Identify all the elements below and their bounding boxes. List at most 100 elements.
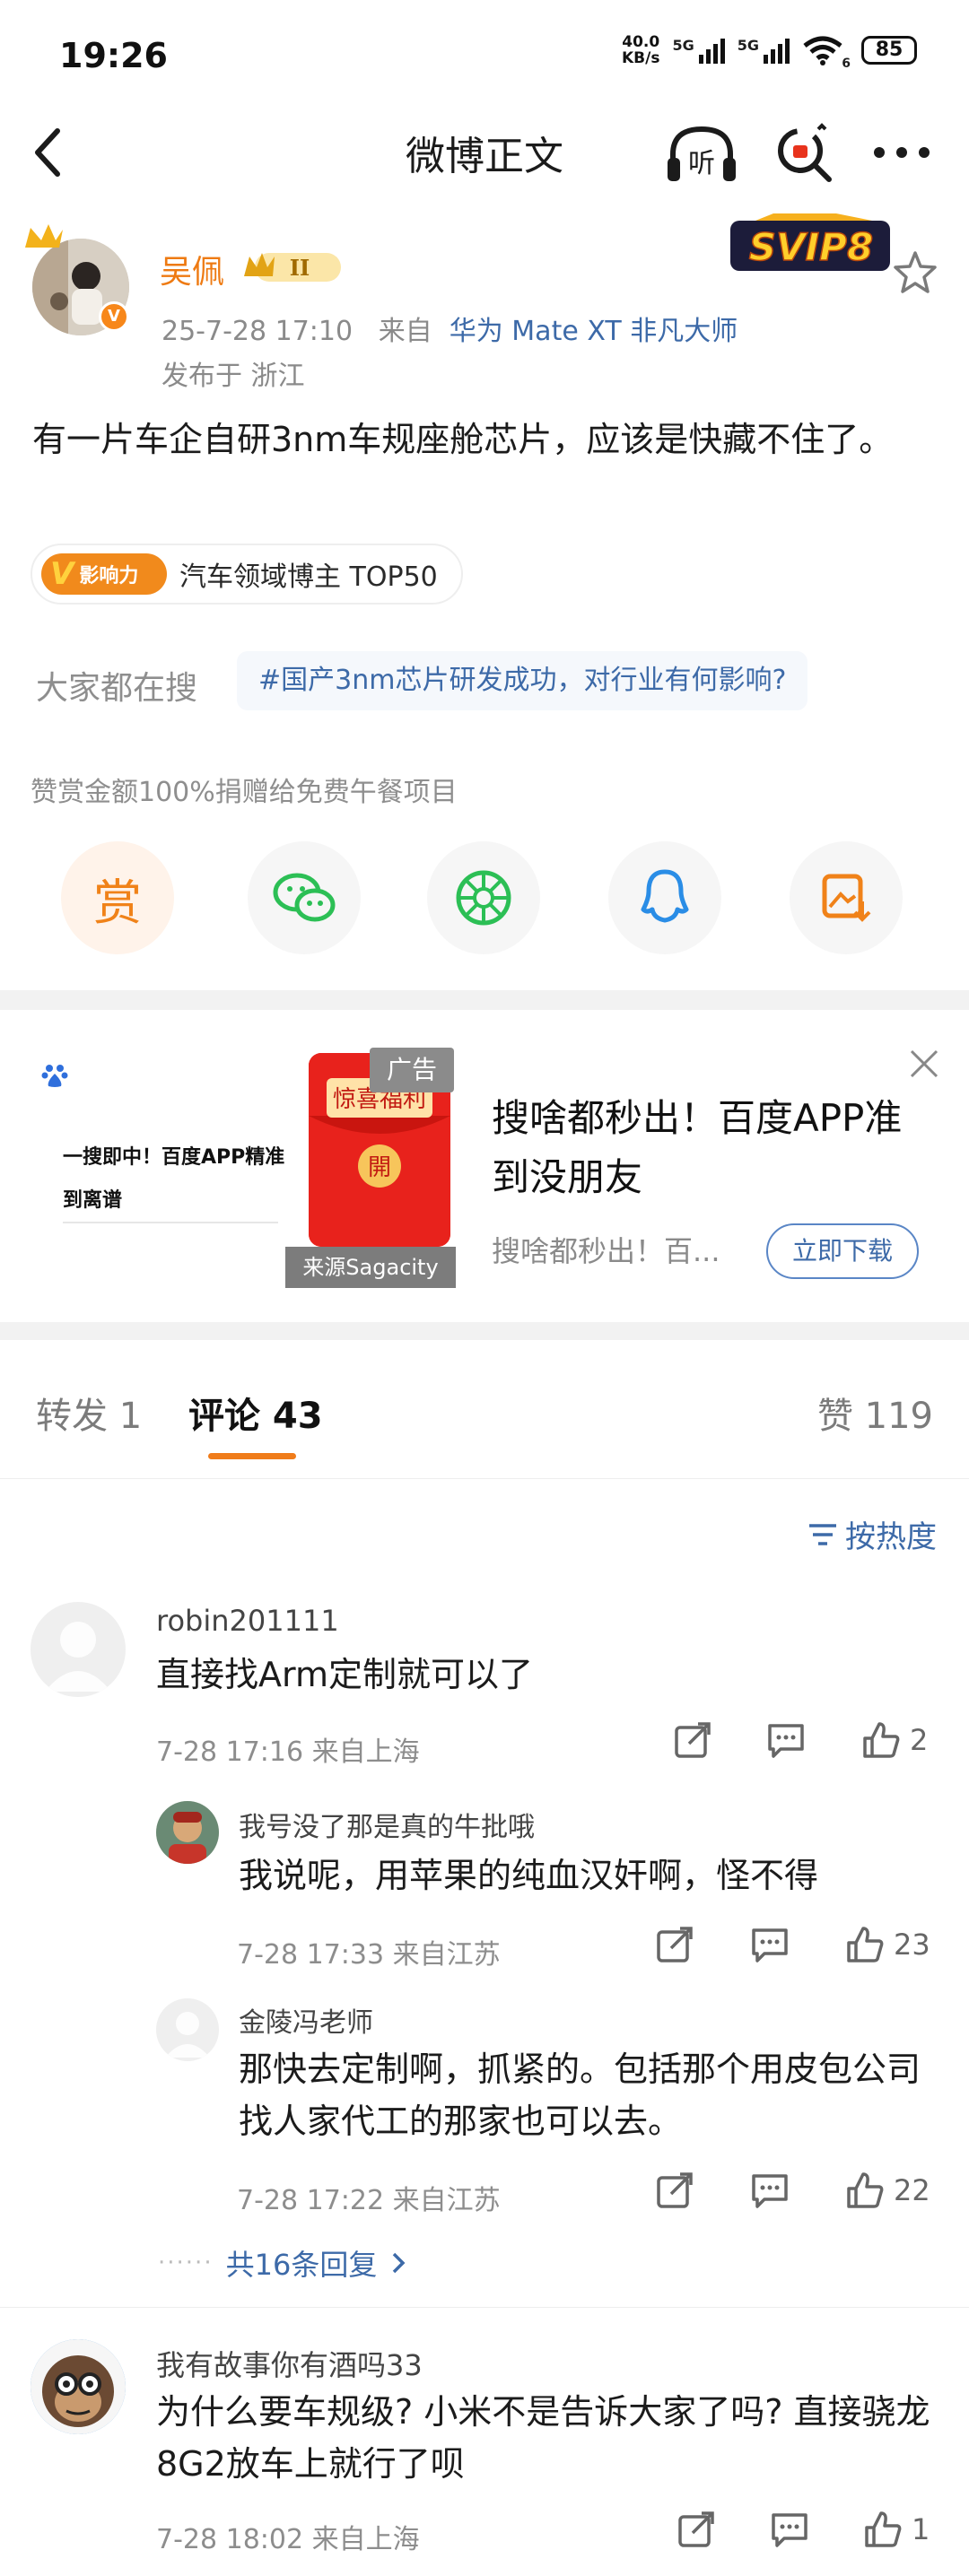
dots-icon: ······ xyxy=(158,2250,214,2276)
thumbs-up-icon xyxy=(863,1722,900,1758)
reply-actions: 23 xyxy=(655,1925,930,1964)
reply-text: 那快去定制啊，抓紧的。包括那个用皮包公司找人家代工的那家也可以去。 xyxy=(239,2049,921,2141)
chevron-right-icon xyxy=(393,2252,406,2274)
hot-search-label: 大家都在搜 xyxy=(36,670,198,707)
headphones-icon: 听 xyxy=(668,126,736,181)
favorite-star-icon[interactable] xyxy=(890,248,940,298)
baidu-logo-icon xyxy=(41,1062,68,1095)
reply-actions: 22 xyxy=(655,2171,930,2210)
network-speed: 40.0 KB/s xyxy=(622,33,660,67)
comment-author[interactable]: 我有故事你有酒吗33 xyxy=(156,2343,423,2384)
influence-badge-icon: V 影响力 xyxy=(41,553,167,595)
comment-text: 直接找Arm定制就可以了 xyxy=(156,1655,533,1694)
repost-icon[interactable] xyxy=(677,2510,716,2549)
save-image-button[interactable] xyxy=(790,841,903,954)
share-wechat-button[interactable] xyxy=(248,841,361,954)
ad-left-line2: 到离谱 xyxy=(63,1189,123,1212)
comment-avatar[interactable] xyxy=(31,1602,126,1697)
thumbs-up-icon xyxy=(847,2172,884,2208)
tab-comments[interactable]: 评论 43 xyxy=(188,1387,323,1439)
reply-icon[interactable] xyxy=(750,2171,790,2210)
tab-likes[interactable]: 赞 119 xyxy=(817,1387,933,1439)
repost-icon[interactable] xyxy=(673,1720,712,1760)
comment-avatar[interactable] xyxy=(31,2339,126,2434)
signal-icon: 5G xyxy=(672,37,725,64)
signal-icon-2: 5G xyxy=(738,37,790,64)
comment-divider xyxy=(0,2307,969,2308)
wifi-icon: 6 xyxy=(802,35,851,71)
tab-active-indicator xyxy=(208,1453,296,1459)
reward-button[interactable]: 赏 xyxy=(61,841,174,954)
ad-left-line1: 一搜即中！百度APP精准 xyxy=(63,1146,285,1169)
sort-icon xyxy=(809,1523,836,1545)
reply-author[interactable]: 我号没了那是真的牛批哦 xyxy=(239,1805,535,1844)
listen-button[interactable]: 听 xyxy=(666,122,738,190)
repost-icon[interactable] xyxy=(655,2171,694,2210)
wechat-icon xyxy=(273,873,336,922)
svg-text:听: 听 xyxy=(688,148,715,179)
reply-avatar[interactable] xyxy=(156,1801,219,1864)
save-image-icon xyxy=(822,874,871,922)
comment-author[interactable]: robin201111 xyxy=(156,1604,339,1638)
battery-indicator: 85 xyxy=(861,36,917,65)
device-link[interactable]: 华为 Mate XT 非凡大师 xyxy=(450,316,738,347)
thumbs-up-icon xyxy=(847,1927,884,1962)
reply-icon[interactable] xyxy=(766,1720,806,1760)
reply-meta: 7-28 17:22 来自江苏 xyxy=(237,2185,501,2216)
search-icon xyxy=(778,123,832,182)
default-avatar-icon xyxy=(165,2012,210,2058)
post-meta: 25-7-28 17:10 来自 华为 Mate XT 非凡大师 xyxy=(162,316,738,347)
influence-pill[interactable]: V 影响力 汽车领域博主 TOP50 xyxy=(31,544,463,605)
comment-actions: 1 xyxy=(677,2510,930,2549)
svip-badge: SVIP8 xyxy=(730,213,890,271)
section-divider xyxy=(0,1322,969,1340)
share-qq-button[interactable] xyxy=(608,841,721,954)
default-avatar-icon xyxy=(45,1622,111,1692)
repost-icon[interactable] xyxy=(655,1925,694,1964)
more-icon xyxy=(874,147,930,158)
post-text: 有一片车企自研3nm车规座舱芯片，应该是快藏不住了。 xyxy=(32,420,894,459)
qq-icon xyxy=(641,869,689,923)
moments-icon xyxy=(456,870,511,926)
share-moments-button[interactable] xyxy=(427,841,540,954)
post-location: 发布于 浙江 xyxy=(162,361,305,392)
search-button[interactable] xyxy=(772,122,836,190)
crown-icon xyxy=(25,224,63,248)
like-button[interactable]: 2 xyxy=(861,1720,928,1760)
ad-download-button[interactable]: 立即下载 xyxy=(766,1223,919,1279)
donate-note: 赞赏金额100%捐赠给免费午餐项目 xyxy=(31,777,458,808)
comment-actions: 2 xyxy=(673,1720,928,1760)
status-time: 19:26 xyxy=(59,36,168,75)
tab-divider xyxy=(0,1478,969,1479)
thumbs-up-icon xyxy=(865,2511,902,2547)
more-replies-link[interactable]: 共16条回复 xyxy=(226,2242,378,2284)
reply-icon[interactable] xyxy=(750,1925,790,1964)
comment-text: 为什么要车规级? 小米不是告诉大家了吗? 直接骁龙8G2放车上就行了呗 xyxy=(156,2392,930,2484)
ad-subtitle: 搜啥都秒出！百... xyxy=(492,1234,720,1268)
close-icon[interactable] xyxy=(906,1046,942,1082)
sort-button[interactable]: 按热度 xyxy=(808,1512,937,1556)
ad-source: 来源Sagacity xyxy=(285,1247,456,1288)
svg-text:II: II xyxy=(290,255,310,281)
reply-text: 我说呢，用苹果的纯血汉奸啊，怪不得 xyxy=(239,1856,819,1895)
reply-meta: 7-28 17:33 来自江苏 xyxy=(237,1939,501,1971)
like-button[interactable]: 1 xyxy=(863,2510,930,2549)
more-options-button[interactable] xyxy=(870,135,933,174)
comment-meta: 7-28 17:16 来自上海 xyxy=(156,1736,420,1768)
reply-author[interactable]: 金陵冯老师 xyxy=(239,2000,373,2040)
like-button[interactable]: 23 xyxy=(845,1925,930,1964)
ad-tag: 广告 xyxy=(370,1048,454,1092)
more-replies-row[interactable]: ······ 共16条回复 xyxy=(158,2242,407,2284)
reply-icon[interactable] xyxy=(770,2510,809,2549)
svg-text:SVIP8: SVIP8 xyxy=(749,225,873,269)
reply-avatar[interactable] xyxy=(156,1998,219,2061)
verified-badge-icon: V xyxy=(99,301,129,332)
hot-search-topic[interactable]: #国产3nm芯片研发成功，对行业有何影响? xyxy=(237,651,808,710)
svg-text:開: 開 xyxy=(368,1154,391,1181)
ad-title[interactable]: 搜啥都秒出！百度APP准到没朋友 xyxy=(492,1089,904,1207)
section-divider xyxy=(0,990,969,1010)
like-button[interactable]: 22 xyxy=(845,2171,930,2210)
author-name[interactable]: 吴佩 xyxy=(160,246,224,292)
comment-meta: 7-28 18:02 来自上海 xyxy=(156,2524,420,2555)
tab-reposts[interactable]: 转发 1 xyxy=(36,1387,142,1439)
